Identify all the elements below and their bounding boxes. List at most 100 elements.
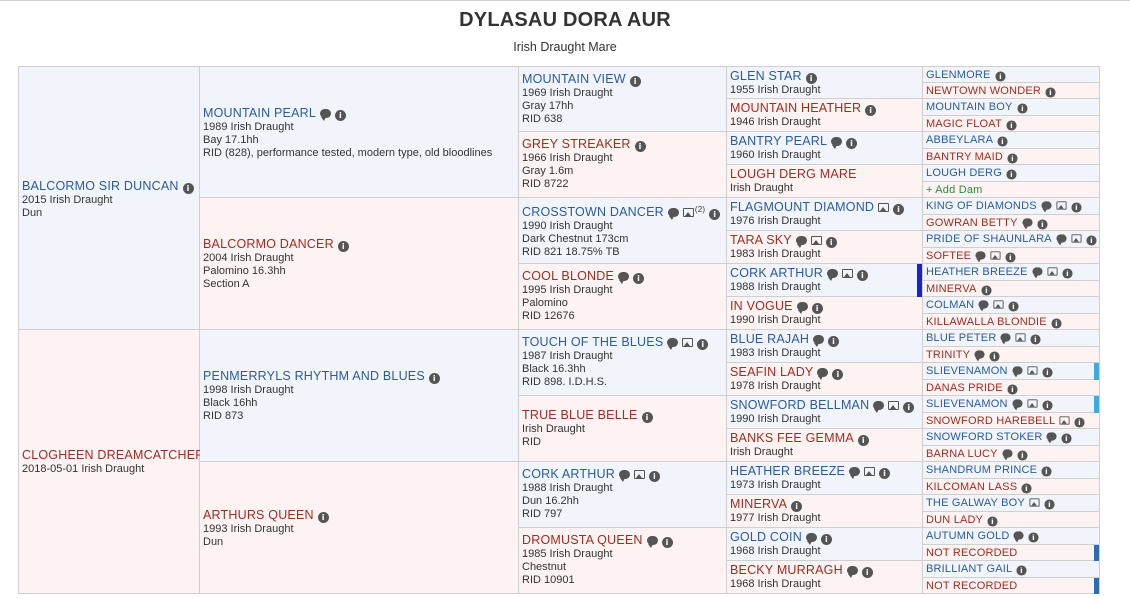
horse-name-link[interactable]: TRUE BLUE BELLE i xyxy=(522,408,724,423)
image-icon[interactable] xyxy=(1015,333,1027,342)
info-icon[interactable]: i xyxy=(1074,416,1085,428)
comment-icon[interactable] xyxy=(978,300,989,312)
image-icon[interactable] xyxy=(993,300,1004,309)
horse-name-link[interactable]: SOFTEE i xyxy=(926,250,1097,263)
horse-name-link[interactable]: SNOWFORD BELLMAN i xyxy=(730,398,920,413)
info-icon[interactable]: i xyxy=(791,501,803,512)
horse-name-link[interactable]: BRILLIANT GAIL i xyxy=(926,563,1097,576)
info-icon[interactable]: i xyxy=(1042,400,1053,411)
info-icon[interactable]: i xyxy=(893,204,905,215)
comment-icon[interactable] xyxy=(849,467,861,479)
image-icon[interactable] xyxy=(1027,366,1038,375)
horse-name-link[interactable]: NOT RECORDED xyxy=(926,547,1097,560)
horse-name-link[interactable]: LOUGH DERG i xyxy=(926,167,1097,180)
comment-icon[interactable] xyxy=(974,349,985,361)
info-icon[interactable]: i xyxy=(1037,218,1048,230)
comment-icon[interactable] xyxy=(805,533,817,545)
comment-icon[interactable] xyxy=(646,536,658,548)
horse-name-link[interactable]: PRIDE OF SHAUNLARA i xyxy=(926,233,1097,246)
comment-icon[interactable] xyxy=(826,269,838,281)
comment-icon[interactable] xyxy=(1012,399,1023,411)
horse-name-link[interactable]: SNOWFORD HAREBELL i xyxy=(926,415,1097,428)
info-icon[interactable]: i xyxy=(846,138,858,149)
image-icon[interactable] xyxy=(1047,267,1058,276)
info-icon[interactable]: i xyxy=(182,182,194,194)
image-icon[interactable] xyxy=(1027,399,1038,408)
horse-name-link[interactable]: BARNA LUCY i xyxy=(926,448,1097,461)
image-icon[interactable] xyxy=(1029,498,1040,507)
info-icon[interactable]: i xyxy=(828,336,840,347)
info-icon[interactable]: i xyxy=(857,435,869,446)
info-icon[interactable]: i xyxy=(805,73,817,84)
info-icon[interactable]: i xyxy=(987,515,998,527)
comment-icon[interactable] xyxy=(1002,448,1013,460)
horse-name-link[interactable]: SLIEVENAMON i xyxy=(926,365,1097,378)
horse-name-link[interactable]: TARA SKY i xyxy=(730,233,920,248)
horse-name-link[interactable]: BANTRY PEARL i xyxy=(730,134,920,149)
comment-icon[interactable] xyxy=(975,250,986,262)
horse-name-link[interactable]: CORK ARTHUR i xyxy=(522,467,724,482)
horse-name-link[interactable]: PENMERRYLS RHYTHM AND BLUES i xyxy=(203,369,516,384)
horse-name-link[interactable]: HEATHER BREEZE i xyxy=(926,266,1097,279)
horse-name-link[interactable]: COLMAN i xyxy=(926,299,1097,312)
comment-icon[interactable] xyxy=(846,566,858,578)
comment-icon[interactable] xyxy=(1012,366,1023,378)
horse-name-link[interactable]: BALCORMO DANCER i xyxy=(203,237,516,252)
horse-name-link[interactable]: MOUNTAIN BOY i xyxy=(926,101,1097,114)
horse-name-link[interactable]: MOUNTAIN PEARL i xyxy=(203,106,516,121)
horse-name-link[interactable]: SEAFIN LADY i xyxy=(730,365,920,380)
info-icon[interactable]: i xyxy=(697,339,709,350)
comment-icon[interactable] xyxy=(320,109,331,121)
horse-name-link[interactable]: CORK ARTHUR i xyxy=(730,266,920,281)
horse-name-link[interactable]: BANKS FEE GEMMA i xyxy=(730,431,920,446)
horse-name-link[interactable]: TRINITY i xyxy=(926,349,1097,362)
comment-icon[interactable] xyxy=(796,302,808,314)
info-icon[interactable]: i xyxy=(428,373,440,384)
horse-name-link[interactable]: BECKY MURRAGH i xyxy=(730,563,920,578)
image-icon[interactable] xyxy=(682,338,694,347)
horse-name-link[interactable]: ABBEYLARA i xyxy=(926,134,1097,147)
info-icon[interactable]: i xyxy=(1007,383,1018,395)
info-icon[interactable]: i xyxy=(1086,235,1097,246)
info-icon[interactable]: i xyxy=(634,141,646,152)
info-icon[interactable]: i xyxy=(811,303,823,314)
comment-icon[interactable] xyxy=(1013,531,1025,543)
horse-name-link[interactable]: GREY STREAKER i xyxy=(522,137,724,152)
info-icon[interactable]: i xyxy=(1006,169,1017,180)
info-icon[interactable]: i xyxy=(1042,367,1053,378)
image-icon[interactable] xyxy=(888,401,900,410)
comment-icon[interactable] xyxy=(813,335,825,347)
horse-name-link[interactable]: MOUNTAIN HEATHER i xyxy=(730,101,920,116)
info-icon[interactable]: i xyxy=(865,105,877,116)
info-icon[interactable]: i xyxy=(335,110,346,121)
info-icon[interactable]: i xyxy=(633,273,645,284)
horse-name-link[interactable]: COOL BLONDE i xyxy=(522,269,724,284)
info-icon[interactable]: i xyxy=(1005,251,1016,263)
horse-name-link[interactable]: NEWTOWN WONDER i xyxy=(926,85,1097,98)
info-icon[interactable]: i xyxy=(1045,86,1056,98)
info-icon[interactable]: i xyxy=(1008,301,1019,312)
info-icon[interactable]: i xyxy=(648,471,660,482)
horse-name-link[interactable]: AUTUMN GOLD i xyxy=(926,530,1097,543)
image-icon[interactable] xyxy=(633,470,645,479)
image-icon[interactable] xyxy=(810,236,822,245)
horse-name-link[interactable]: MINERVA i xyxy=(926,283,1097,296)
info-icon[interactable]: i xyxy=(1007,152,1018,164)
info-icon[interactable]: i xyxy=(832,369,844,380)
horse-name-link[interactable]: BANTRY MAID i xyxy=(926,151,1097,164)
image-icon[interactable] xyxy=(1071,234,1082,243)
comment-icon[interactable] xyxy=(795,236,807,248)
add-dam-link[interactable]: + Add Dam xyxy=(926,184,1097,197)
horse-name-link[interactable]: LOUGH DERG MARE xyxy=(730,167,920,182)
info-icon[interactable]: i xyxy=(903,402,915,413)
info-icon[interactable]: i xyxy=(989,350,1000,362)
info-icon[interactable]: i xyxy=(980,284,992,296)
horse-name-link[interactable]: CROSSTOWN DANCER (2)i xyxy=(522,202,724,220)
horse-name-link[interactable]: CLOGHEEN DREAMCATCHER xyxy=(22,448,204,463)
info-icon[interactable]: i xyxy=(1041,466,1052,477)
info-icon[interactable]: i xyxy=(820,534,832,545)
info-icon[interactable]: i xyxy=(1051,317,1062,329)
horse-name-link[interactable]: BLUE RAJAH i xyxy=(730,332,920,347)
info-icon[interactable]: i xyxy=(879,468,891,479)
info-icon[interactable]: i xyxy=(337,241,349,252)
